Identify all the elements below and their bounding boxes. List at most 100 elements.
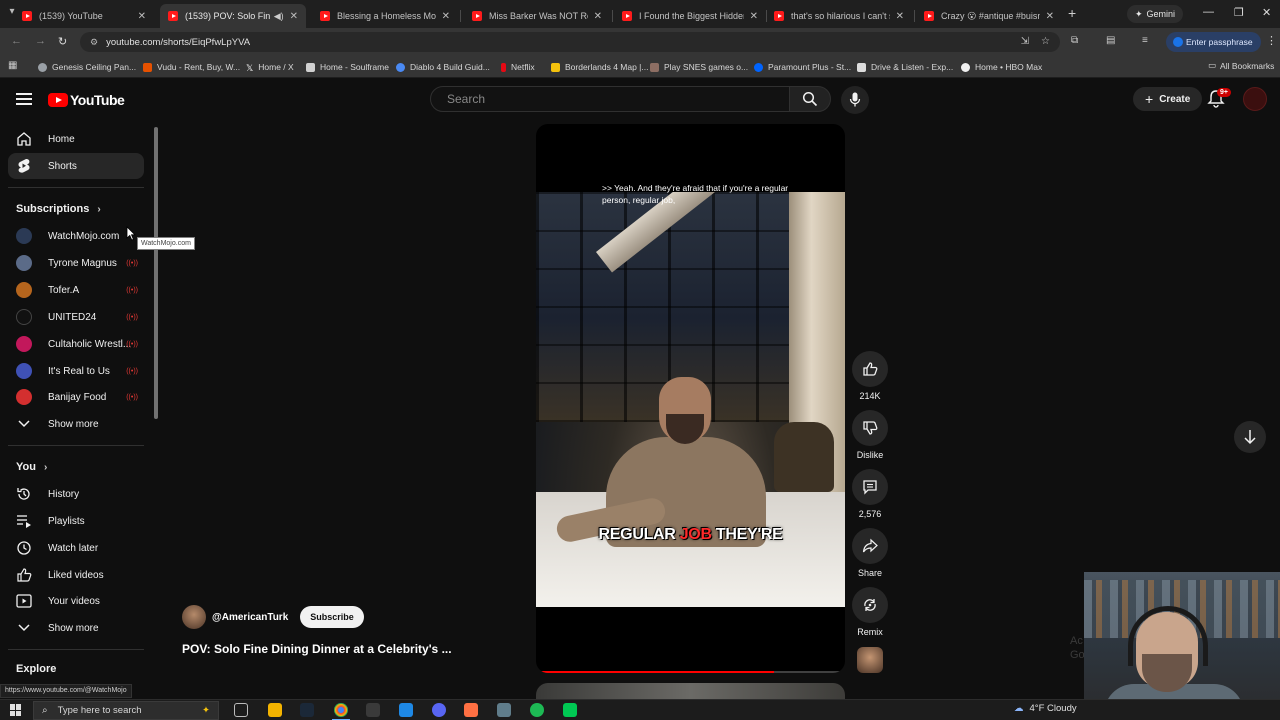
tab-close-icon[interactable]: ✕ bbox=[290, 11, 298, 22]
sidebar-scrollbar[interactable] bbox=[154, 127, 158, 419]
sidebar-show-more-you[interactable]: Show more bbox=[8, 615, 144, 641]
tab-miss-barker[interactable]: Miss Barker Was NOT Ready ✕ bbox=[464, 4, 610, 28]
like-button[interactable] bbox=[852, 351, 888, 387]
all-bookmarks-button[interactable]: ▭ All Bookmarks bbox=[1208, 60, 1274, 71]
remix-action[interactable]: Remix bbox=[852, 587, 888, 637]
tab-hilarious[interactable]: that's so hilarious I can't stop ✕ bbox=[766, 4, 912, 28]
reload-icon[interactable]: ↻ bbox=[58, 35, 67, 48]
dislike-button[interactable] bbox=[852, 410, 888, 446]
bookmark-item[interactable]: Genesis Ceiling Pan... bbox=[38, 60, 136, 74]
tab-close-icon[interactable]: ✕ bbox=[750, 11, 758, 22]
windows-start-icon[interactable] bbox=[10, 704, 22, 716]
bookmark-item[interactable]: Netflix bbox=[501, 60, 535, 74]
subscriptions-header[interactable]: Subscriptions › bbox=[16, 203, 101, 215]
subscribe-button[interactable]: Subscribe bbox=[300, 606, 364, 628]
bookmark-item[interactable]: Vudu - Rent, Buy, W... bbox=[143, 60, 240, 74]
tab-current-short[interactable]: (1539) POV: Solo Fine Di ◀) ✕ bbox=[160, 4, 306, 28]
comments-button[interactable] bbox=[852, 469, 888, 505]
bookmark-item[interactable]: Home • HBO Max bbox=[961, 60, 1042, 74]
app-icon[interactable] bbox=[464, 703, 478, 717]
comments-action[interactable]: 2,576 bbox=[852, 469, 888, 519]
tab-close-icon[interactable]: ✕ bbox=[1046, 11, 1054, 22]
bookmark-item[interactable]: Play SNES games o... bbox=[650, 60, 748, 74]
you-header[interactable]: You › bbox=[16, 461, 47, 473]
bookmark-item[interactable]: Diablo 4 Build Guid... bbox=[396, 60, 490, 74]
short-title[interactable]: POV: Solo Fine Dining Dinner at a Celebr… bbox=[182, 642, 452, 656]
bookmark-item[interactable]: Drive & Listen - Exp... bbox=[857, 60, 953, 74]
channel-name[interactable]: @AmericanTurk bbox=[212, 612, 288, 623]
sidebar-item-your-videos[interactable]: Your videos bbox=[8, 588, 144, 614]
search-button[interactable] bbox=[789, 86, 831, 112]
media-controls-icon[interactable]: ≡ bbox=[1142, 35, 1148, 46]
video-frame[interactable] bbox=[536, 192, 845, 607]
sidebar-item-tyrone-magnus[interactable]: Tyrone Magnus ((•)) bbox=[8, 250, 144, 276]
sidebar-item-liked-videos[interactable]: Liked videos bbox=[8, 562, 144, 588]
sidebar-item-history[interactable]: History bbox=[8, 481, 144, 507]
bookmark-item[interactable]: Paramount Plus - St... bbox=[754, 60, 851, 74]
dislike-action[interactable]: Dislike bbox=[852, 410, 888, 460]
apps-grid-icon[interactable]: ▦ bbox=[8, 60, 17, 71]
next-short-button[interactable] bbox=[1234, 421, 1266, 453]
tab-close-icon[interactable]: ✕ bbox=[138, 11, 146, 22]
calculator-icon[interactable] bbox=[366, 703, 380, 717]
shorts-player[interactable]: >> Yeah. And they're afraid that if you'… bbox=[536, 124, 845, 673]
voice-search-button[interactable] bbox=[841, 86, 869, 114]
side-panel-icon[interactable]: ▤ bbox=[1106, 35, 1115, 46]
tab-close-icon[interactable]: ✕ bbox=[594, 11, 602, 22]
like-action[interactable]: 214K bbox=[852, 351, 888, 401]
bookmark-star-icon[interactable]: ☆ bbox=[1041, 36, 1050, 47]
sidebar-item-home[interactable]: Home bbox=[8, 126, 144, 152]
omnibox[interactable]: ⚙ youtube.com/shorts/EiqPfwLpYVA ⇲ ☆ bbox=[80, 32, 1060, 52]
menu-icon[interactable] bbox=[16, 93, 32, 105]
back-icon[interactable]: ← bbox=[11, 35, 22, 47]
spotify-icon[interactable] bbox=[530, 703, 544, 717]
install-app-icon[interactable]: ⇲ bbox=[1021, 36, 1029, 47]
forward-icon[interactable]: → bbox=[35, 35, 46, 47]
close-window-icon[interactable]: ✕ bbox=[1262, 6, 1271, 19]
share-action[interactable]: Share bbox=[852, 528, 888, 578]
progress-bar[interactable] bbox=[540, 671, 840, 673]
app-icon[interactable] bbox=[497, 703, 511, 717]
file-explorer-icon[interactable] bbox=[268, 703, 282, 717]
sidebar-item-its-real-to-us[interactable]: It's Real to Us ((•)) bbox=[8, 358, 144, 384]
app-icon[interactable] bbox=[563, 703, 577, 717]
browser-menu-icon[interactable]: ⋮ bbox=[1266, 34, 1277, 47]
extensions-icon[interactable]: ⧉ bbox=[1071, 35, 1078, 46]
sidebar-item-shorts[interactable]: Shorts bbox=[8, 153, 144, 179]
tab-close-icon[interactable]: ✕ bbox=[442, 11, 450, 22]
url-text[interactable]: youtube.com/shorts/EiqPfwLpYVA bbox=[106, 37, 250, 48]
app-icon[interactable] bbox=[399, 703, 413, 717]
sidebar-item-watch-later[interactable]: Watch later bbox=[8, 535, 144, 561]
sidebar-show-more-subscriptions[interactable]: Show more bbox=[8, 411, 144, 437]
restore-icon[interactable]: ❐ bbox=[1234, 6, 1244, 19]
sidebar-item-tofer-a[interactable]: Tofer.A ((•)) bbox=[8, 277, 144, 303]
remix-button[interactable] bbox=[852, 587, 888, 623]
task-view-icon[interactable] bbox=[234, 703, 248, 717]
discord-icon[interactable] bbox=[432, 703, 446, 717]
bookmark-item[interactable]: Borderlands 4 Map |... bbox=[551, 60, 648, 74]
sidebar-item-watchmojo[interactable]: WatchMojo.com bbox=[8, 223, 144, 249]
search-input[interactable] bbox=[447, 92, 789, 106]
chrome-icon[interactable] bbox=[332, 703, 350, 720]
enter-passphrase-button[interactable]: Enter passphrase bbox=[1166, 32, 1261, 52]
minimize-icon[interactable]: — bbox=[1203, 6, 1214, 18]
create-button[interactable]: + Create bbox=[1133, 87, 1203, 111]
new-tab-button[interactable]: + bbox=[1068, 5, 1076, 21]
account-avatar[interactable] bbox=[1243, 87, 1267, 111]
steam-icon[interactable] bbox=[300, 703, 314, 717]
weather-widget[interactable]: ☁ 4°F Cloudy bbox=[1014, 703, 1077, 714]
site-info-icon[interactable]: ⚙ bbox=[90, 37, 98, 48]
sound-avatar[interactable] bbox=[857, 647, 883, 673]
sidebar-item-cultaholic[interactable]: Cultaholic Wrestl... ((•)) bbox=[8, 331, 144, 357]
tab-youtube-home[interactable]: (1539) YouTube ✕ bbox=[14, 4, 154, 28]
sidebar-item-banijay-food[interactable]: Banijay Food ((•)) bbox=[8, 384, 144, 410]
gemini-button[interactable]: ✦ Gemini bbox=[1127, 5, 1184, 23]
sidebar-item-united24[interactable]: UNITED24 ((•)) bbox=[8, 304, 144, 330]
bookmark-item[interactable]: Home - Soulframe bbox=[306, 60, 389, 74]
tab-blessing-homeless[interactable]: Blessing a Homeless Mom! - ✕ bbox=[312, 4, 458, 28]
share-button[interactable] bbox=[852, 528, 888, 564]
channel-avatar[interactable] bbox=[182, 605, 206, 629]
sidebar-item-playlists[interactable]: Playlists bbox=[8, 508, 144, 534]
tab-biggest-hidden[interactable]: I Found the Biggest Hidden ( ✕ bbox=[614, 4, 766, 28]
tab-close-icon[interactable]: ✕ bbox=[896, 11, 904, 22]
